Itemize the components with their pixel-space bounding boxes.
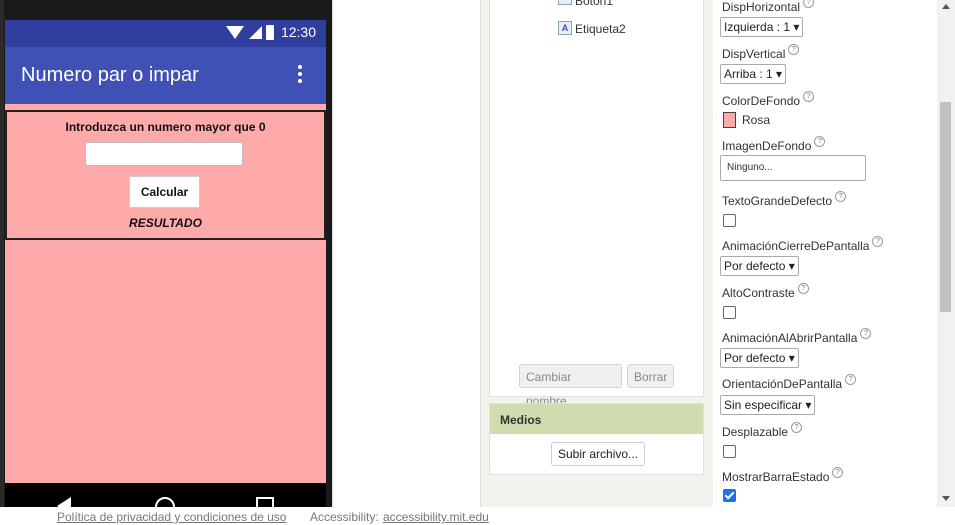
prop-color-fondo-label: ColorDeFondo? <box>722 91 815 108</box>
phone-preview: 12:30 Numero par o impar Introduzca un n… <box>0 0 332 507</box>
button-component-icon <box>558 0 572 5</box>
delete-button[interactable]: Borrar <box>627 364 674 388</box>
wifi-icon <box>226 26 244 39</box>
disp-vertical-dropdown[interactable]: Arriba : 1 ▾ <box>720 64 787 84</box>
disp-horizontal-dropdown[interactable]: Izquierda : 1 ▾ <box>720 17 804 37</box>
recent-apps-icon <box>256 497 274 507</box>
scrollable-checkbox[interactable] <box>723 445 736 458</box>
label-component-icon: A <box>558 21 572 35</box>
close-animation-dropdown[interactable]: Por defecto ▾ <box>720 256 799 276</box>
help-icon[interactable]: ? <box>845 374 857 385</box>
help-icon[interactable]: ? <box>835 191 847 202</box>
calculate-button[interactable]: Calcular <box>129 176 200 208</box>
vertical-scrollbar[interactable] <box>937 0 955 507</box>
prop-texto-grande-label: TextoGrandeDefecto? <box>722 191 847 208</box>
tree-item-boton1[interactable]: Boton1 <box>575 0 613 8</box>
help-icon[interactable]: ? <box>791 422 803 433</box>
help-icon[interactable]: ? <box>872 236 884 247</box>
components-tree: Boton1 A Etiqueta2 <box>489 0 704 397</box>
android-nav-bar <box>5 483 326 507</box>
result-label[interactable]: RESULTADO <box>7 216 324 230</box>
properties-panel: DispHorizontal? Izquierda : 1 ▾ DispVert… <box>713 0 937 507</box>
prop-barra-estado-label: MostrarBarraEstado? <box>722 467 844 484</box>
status-bar: 12:30 <box>5 20 326 47</box>
media-title: Medios <box>500 413 542 427</box>
help-icon[interactable]: ? <box>803 91 815 102</box>
prop-imagen-fondo-label: ImagenDeFondo? <box>722 136 826 153</box>
open-animation-dropdown[interactable]: Por defecto ▾ <box>720 348 799 368</box>
background-image-field[interactable]: Ninguno... <box>720 155 866 181</box>
tree-item-etiqueta2[interactable]: Etiqueta2 <box>575 22 626 36</box>
high-contrast-checkbox[interactable] <box>723 306 736 319</box>
battery-icon <box>266 25 274 40</box>
accessibility-label: Accessibility: <box>310 510 379 524</box>
rename-button[interactable]: Cambiar nombre <box>519 364 622 408</box>
help-icon[interactable]: ? <box>860 328 872 339</box>
help-icon[interactable]: ? <box>814 136 826 147</box>
prop-alto-contraste-label: AltoContraste? <box>722 283 809 300</box>
prop-anim-abrir-label: AnimaciónAlAbrirPantalla? <box>722 328 872 345</box>
status-time: 12:30 <box>280 24 316 40</box>
number-textbox[interactable] <box>85 142 243 166</box>
screen-canvas[interactable]: Introduzca un numero mayor que 0 Calcula… <box>5 104 326 483</box>
orientation-dropdown[interactable]: Sin especificar ▾ <box>720 395 816 415</box>
viewer-background <box>332 0 481 507</box>
prop-desplazable-label: Desplazable? <box>722 422 803 439</box>
accessibility-link[interactable]: accessibility.mit.edu <box>383 510 489 524</box>
home-icon <box>155 497 175 507</box>
app-bar: Numero par o impar <box>5 47 326 104</box>
media-panel: Medios Subir archivo... <box>489 403 704 475</box>
help-icon[interactable]: ? <box>788 44 800 55</box>
prop-disp-vertical-label: DispVertical? <box>722 44 800 61</box>
app-title: Numero par o impar <box>21 64 199 86</box>
prop-orientacion-label: OrientaciónDePantalla? <box>722 374 857 391</box>
help-icon[interactable]: ? <box>832 467 844 478</box>
upload-file-button[interactable]: Subir archivo... <box>551 442 646 466</box>
show-statusbar-checkbox[interactable] <box>723 489 736 502</box>
scroll-thumb[interactable] <box>940 102 951 312</box>
color-value[interactable]: Rosa <box>742 113 770 127</box>
help-icon[interactable]: ? <box>797 283 809 294</box>
vertical-arrangement[interactable]: Introduzca un numero mayor que 0 Calcula… <box>5 110 326 240</box>
help-icon[interactable]: ? <box>803 0 815 8</box>
prop-disp-horizontal-label: DispHorizontal? <box>722 0 815 14</box>
prompt-label[interactable]: Introduzca un numero mayor que 0 <box>7 120 324 134</box>
privacy-link[interactable]: Política de privacidad y condiciones de … <box>57 510 286 524</box>
prop-anim-cierre-label: AnimaciónCierreDePantalla? <box>722 236 884 253</box>
large-text-checkbox[interactable] <box>723 214 736 227</box>
overflow-menu-icon[interactable] <box>298 65 302 86</box>
back-icon <box>57 497 71 507</box>
scroll-up-icon[interactable] <box>942 4 950 9</box>
footer: Política de privacidad y condiciones de … <box>0 507 955 525</box>
signal-icon <box>249 26 262 39</box>
media-header: Medios <box>490 404 703 434</box>
phone-bezel <box>0 0 4 507</box>
scroll-down-icon[interactable] <box>942 496 950 501</box>
color-swatch[interactable] <box>723 112 736 128</box>
